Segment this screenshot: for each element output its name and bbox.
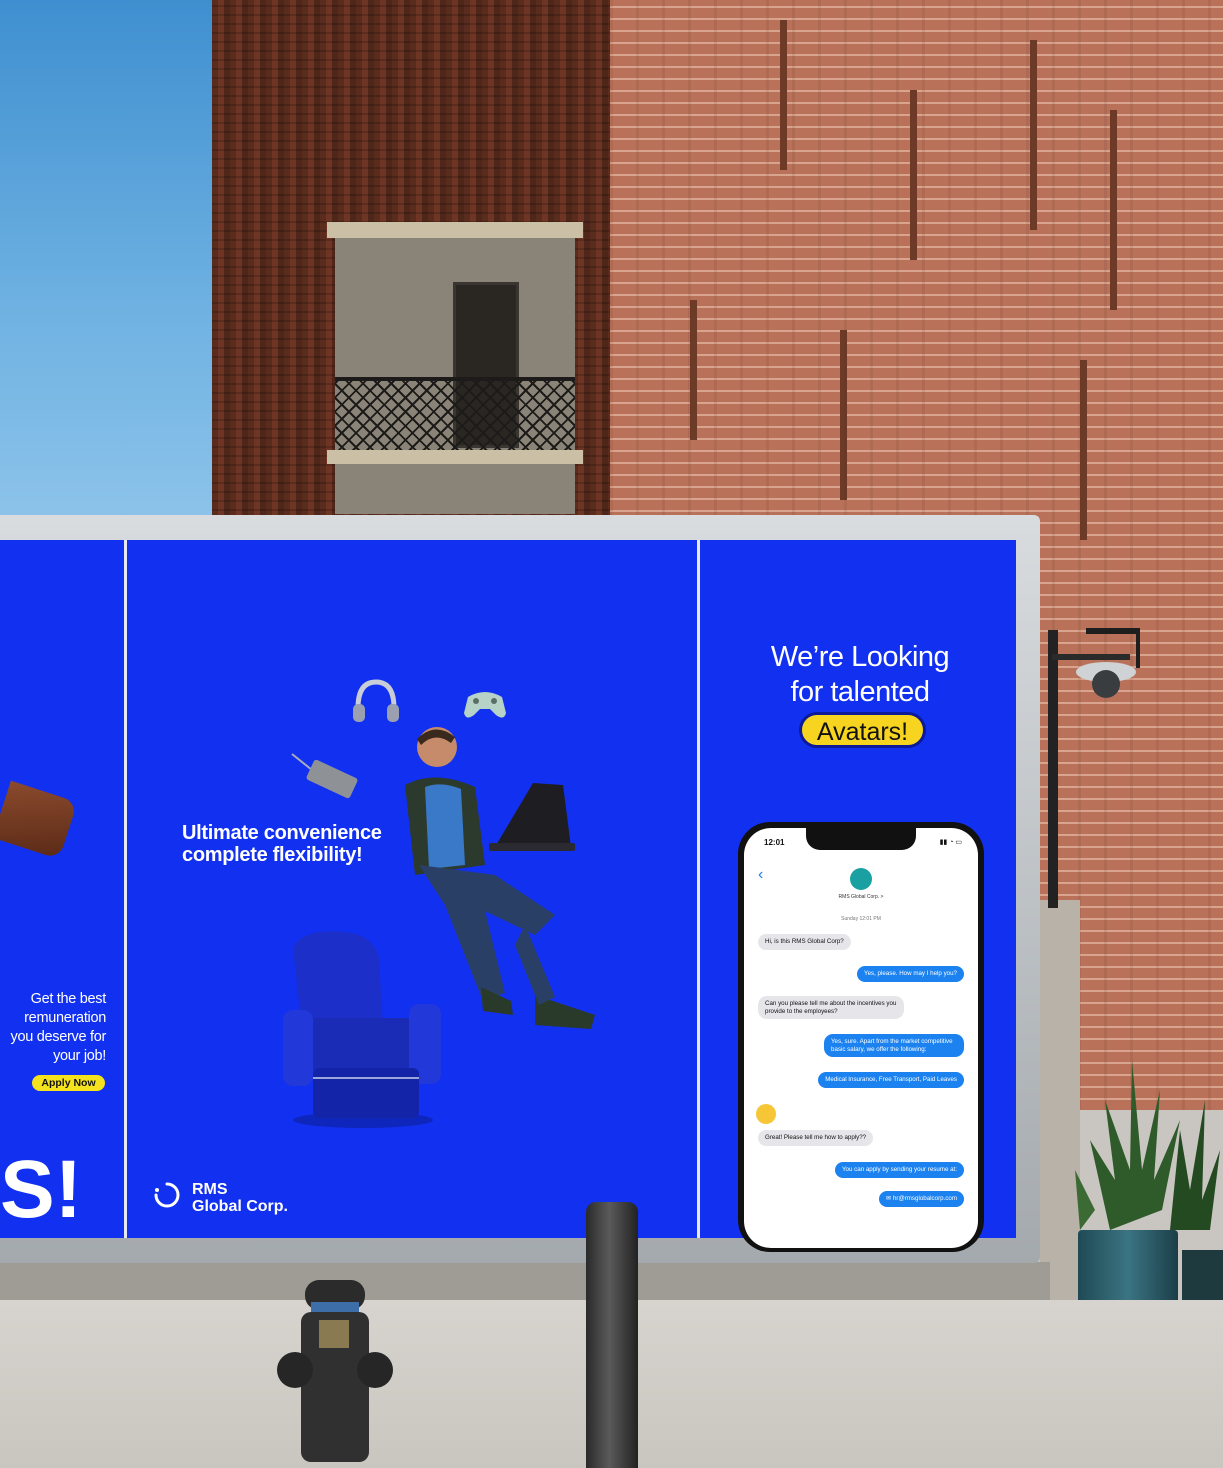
- rms-logo-icon: [154, 1182, 180, 1208]
- signal-wifi-battery-icon: ▮▮ ◔ ▭: [939, 839, 962, 846]
- email-icon: ✉: [886, 1195, 893, 1202]
- status-time: 12:01: [764, 838, 785, 847]
- headphones-icon: [353, 679, 399, 722]
- message-bubble: Yes, sure. Apart from the market competi…: [824, 1034, 964, 1058]
- headline-line-1: Ultimate convenience: [182, 822, 382, 844]
- center-headline: Ultimate convenience complete flexibilit…: [182, 822, 382, 866]
- message-bubble: Can you please tell me about the incenti…: [758, 996, 904, 1020]
- tagline-line: your job!: [53, 1048, 106, 1064]
- phone-mockup: 12:01 ▮▮ ◔ ▭ ‹ RMS Global Corp. > Sunday…: [738, 822, 984, 1252]
- panel-divider: [124, 540, 127, 1238]
- right-headline: We’re Looking for talented: [700, 640, 1020, 710]
- balcony: [327, 222, 583, 514]
- brand-line-1: RMS: [192, 1181, 228, 1198]
- street-lamp-icon: [1048, 628, 1140, 908]
- contact-name: RMS Global Corp. >: [838, 894, 884, 900]
- brand-line-2: Global Corp.: [192, 1198, 288, 1215]
- right-headline-line-1: We’re Looking: [770, 641, 950, 673]
- sky: [0, 0, 214, 520]
- fire-hydrant: [277, 1280, 393, 1462]
- brand-name: RMS Global Corp.: [192, 1181, 288, 1215]
- message-bubble: Great! Please tell me how to apply??: [758, 1130, 874, 1146]
- heart-eyes-emoji-icon: [756, 1104, 776, 1124]
- phone-screen: 12:01 ▮▮ ◔ ▭ ‹ RMS Global Corp. > Sunday…: [744, 828, 978, 1248]
- tagline-line: Get the best: [30, 991, 107, 1007]
- email-address: hr@rmsglobalcorp.com: [892, 1195, 957, 1202]
- balcony-railing: [335, 377, 575, 453]
- game-controller-icon: [464, 692, 506, 718]
- phone-notch: [806, 828, 916, 850]
- armchair-icon: [283, 931, 441, 1128]
- chat-date: Sunday 12:01 PM: [841, 916, 881, 922]
- email-bubble: ✉ hr@rmsglobalcorp.com: [879, 1191, 964, 1207]
- avatars-highlight: Avatars!: [799, 712, 926, 748]
- left-panel-tagline: Get the best remuneration you deserve fo…: [0, 990, 107, 1066]
- potted-plants: [1075, 1060, 1220, 1230]
- back-chevron-icon: ‹: [758, 866, 764, 883]
- left-panel-big-text: S!: [0, 1144, 82, 1235]
- tagline-line: you deserve for: [10, 1029, 107, 1045]
- mobile-phone-icon: [291, 753, 358, 799]
- message-bubble: Medical Insurance, Free Transport, Paid …: [818, 1072, 964, 1088]
- message-bubble: Hi, is this RMS Global Corp?: [758, 934, 851, 950]
- message-bubble: You can apply by sending your resume at:: [835, 1162, 964, 1178]
- contact-avatar: [850, 868, 872, 890]
- tagline-line: remuneration: [24, 1010, 106, 1026]
- headline-line-2: complete flexibility!: [182, 844, 363, 866]
- message-bubble: Yes, please. How may I help you?: [857, 966, 964, 982]
- apply-now-button: Apply Now: [32, 1075, 105, 1091]
- bollard: [586, 1202, 638, 1468]
- right-headline-line-2: for talented: [790, 676, 930, 708]
